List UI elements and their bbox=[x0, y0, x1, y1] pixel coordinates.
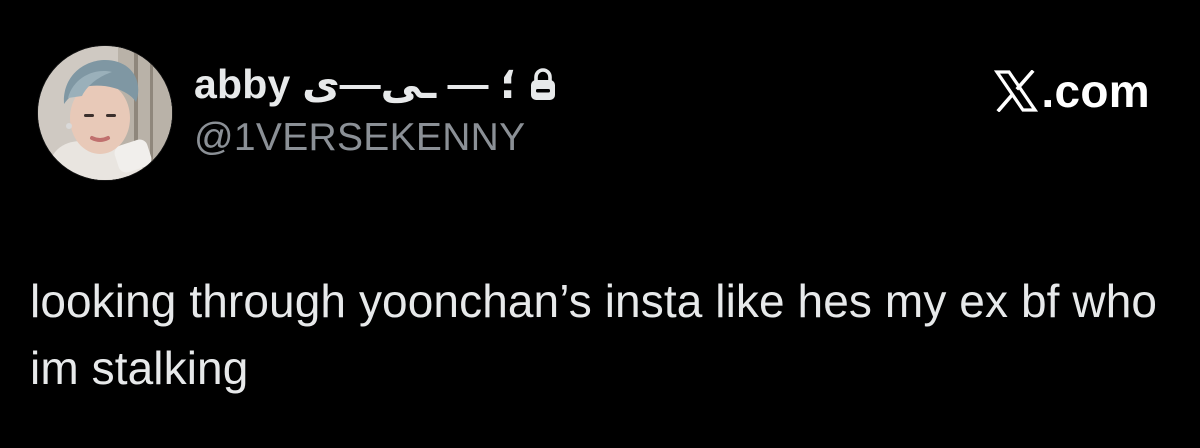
avatar[interactable] bbox=[38, 46, 172, 180]
post-body-text: looking through yoonchan’s insta like he… bbox=[30, 275, 1158, 394]
author-identity: abby ؛ — ـى—ى @1VERSEKENNY bbox=[194, 56, 558, 160]
author-handle[interactable]: @1VERSEKENNY bbox=[194, 116, 558, 160]
site-badge: .com bbox=[994, 64, 1150, 118]
avatar-photo bbox=[38, 46, 172, 180]
x-logo-icon bbox=[994, 69, 1039, 113]
lock-icon bbox=[528, 66, 558, 102]
post-card: abby ؛ — ـى—ى @1VERSEKENNY .com looking … bbox=[0, 0, 1200, 448]
site-domain: .com bbox=[1041, 65, 1150, 117]
display-name[interactable]: abby ؛ — ـى—ى bbox=[194, 60, 516, 108]
post-header: abby ؛ — ـى—ى @1VERSEKENNY .com bbox=[38, 46, 1162, 182]
name-row: abby ؛ — ـى—ى bbox=[194, 56, 558, 112]
